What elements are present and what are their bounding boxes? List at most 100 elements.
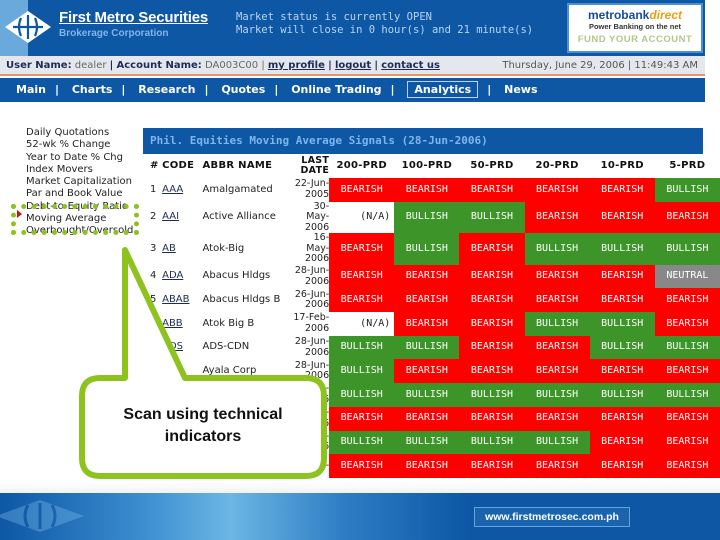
signal-20prd: BULLISH: [524, 312, 590, 336]
signal-200prd: BEARISH: [329, 454, 395, 478]
nav-quotes[interactable]: Quotes: [221, 83, 265, 96]
row-number: 3: [150, 242, 157, 254]
row-number: 1: [150, 183, 157, 195]
menu-index-movers[interactable]: Index Movers: [26, 164, 133, 176]
row-number: 5: [150, 293, 157, 305]
nav-news[interactable]: News: [504, 83, 537, 96]
logout-link[interactable]: logout: [335, 60, 371, 71]
table-row: 3 AB Atok-Big 16-May- 2006 BEARISH BULLISH BEAR…: [143, 232, 720, 265]
header-name[interactable]: ABBR NAME: [199, 154, 293, 178]
stock-code-link[interactable]: AC: [162, 365, 176, 376]
table-row: 4 ADA Abacus Hldgs 28-Jun- 2006 BEARISH BEARIS…: [143, 264, 720, 289]
signal-10prd: BEARISH: [589, 430, 655, 455]
fund-account-link[interactable]: FUND YOUR ACCOUNT: [569, 34, 701, 45]
signal-100prd: BULLISH: [394, 383, 460, 407]
nav-charts[interactable]: Charts: [72, 83, 113, 96]
date-year: 2005: [304, 188, 330, 200]
stock-code-link[interactable]: AAI: [162, 211, 179, 222]
callout-text: Scan using technical indicators: [88, 404, 318, 448]
stock-code-link[interactable]: AAA: [162, 184, 183, 195]
signal-50prd: BEARISH: [459, 178, 525, 202]
table-title: Phil. Equities Moving Average Signals (2…: [143, 128, 703, 154]
date-year: 2006: [304, 322, 330, 334]
header-50prd[interactable]: 50-PRD: [459, 154, 524, 178]
stock-code-link[interactable]: ABAB: [162, 294, 189, 305]
nav-main[interactable]: Main: [16, 83, 46, 96]
stock-code-cell: ADA: [162, 265, 198, 289]
footer-logo-icon: [0, 500, 84, 532]
header-10prd[interactable]: 10-PRD: [590, 154, 655, 178]
header-20prd[interactable]: 20-PRD: [525, 154, 590, 178]
signal-10prd: BEARISH: [589, 178, 655, 202]
stock-name: Atok Big B: [202, 317, 255, 329]
signal-20prd: BEARISH: [524, 288, 590, 313]
signal-10prd: BULLISH: [589, 312, 655, 336]
menu-ytd-change[interactable]: Year to Date % Chg: [26, 152, 133, 164]
signal-5prd: BEARISH: [654, 454, 720, 478]
menu-market-cap[interactable]: Market Capitalization: [26, 176, 133, 188]
header-last-date[interactable]: LAST DATE: [292, 154, 329, 178]
company-logo-icon[interactable]: [4, 10, 52, 44]
user-info-bar: User Name: dealer | Account Name: DA003C…: [0, 56, 705, 76]
stock-code-cell: AAI: [162, 202, 198, 234]
signal-10prd: BULLISH: [589, 233, 655, 265]
brand-name[interactable]: First Metro Securities: [59, 9, 208, 26]
nav-analytics[interactable]: Analytics: [407, 81, 479, 98]
signal-20prd: BEARISH: [524, 359, 590, 384]
signal-200prd: BEARISH: [329, 233, 395, 265]
ad-brand: metrobankdirect: [569, 8, 701, 22]
signal-200prd: BEARISH: [329, 178, 395, 202]
signal-50prd: BEARISH: [459, 454, 525, 478]
stock-code-cell: AAA: [162, 178, 198, 202]
nav-online-trading[interactable]: Online Trading: [291, 83, 381, 96]
stock-name: Abacus Hldgs B: [202, 293, 281, 305]
stock-code-link[interactable]: AB: [162, 243, 176, 254]
date-year: 2006: [304, 346, 330, 358]
header-200prd[interactable]: 200-PRD: [329, 154, 394, 178]
stock-code-link[interactable]: ADS: [162, 341, 183, 353]
stock-code-cell: ABB: [162, 312, 198, 336]
signal-100prd: BULLISH: [394, 233, 460, 265]
signal-100prd: BEARISH: [394, 359, 460, 384]
menu-52wk-change[interactable]: 52-wk % Change: [26, 139, 133, 151]
signal-5prd: BEARISH: [654, 406, 720, 431]
row-number: [143, 336, 162, 360]
signal-100prd: BEARISH: [394, 264, 460, 289]
signal-100prd: BEARISH: [394, 406, 460, 431]
divider: |: [374, 60, 379, 71]
signal-5prd: BULLISH: [654, 383, 720, 407]
signal-20prd: BEARISH: [524, 406, 590, 431]
stock-code-link[interactable]: ABB: [162, 318, 183, 329]
table-row: 1 AAA Amalgamated 22-Jun- 2005 BEARISH BEARISH…: [143, 178, 720, 202]
nav-research[interactable]: Research: [138, 83, 195, 96]
menu-par-book-value[interactable]: Par and Book Value: [26, 188, 133, 200]
header-100prd[interactable]: 100-PRD: [394, 154, 459, 178]
website-link[interactable]: www.firstmetrosec.com.ph: [474, 507, 630, 527]
signal-200prd: BEARISH: [329, 406, 395, 431]
market-close-countdown: Market will close in 0 hour(s) and 21 mi…: [236, 24, 534, 36]
signal-50prd: BEARISH: [459, 359, 525, 384]
stock-name: Active Alliance: [202, 211, 276, 223]
header-code[interactable]: CODE: [162, 154, 198, 178]
signal-200prd: BULLISH: [329, 335, 395, 360]
signal-50prd: BEARISH: [459, 406, 525, 431]
my-profile-link[interactable]: my profile: [268, 60, 325, 71]
date-year: 2006: [304, 299, 330, 311]
menu-daily-quotations[interactable]: Daily Quotations: [26, 127, 133, 139]
signal-10prd: BEARISH: [589, 406, 655, 431]
signal-10prd: BULLISH: [589, 335, 655, 360]
header-5prd[interactable]: 5-PRD: [655, 154, 720, 178]
metrobank-ad-banner[interactable]: metrobankdirect Power Banking on the net…: [567, 3, 703, 53]
table-row: 2 AAI Active Alliance 30-May- 2006 (N/A) BULLI…: [143, 201, 720, 234]
last-date: 26-Jun- 2006: [292, 288, 329, 312]
signal-10prd: BEARISH: [589, 288, 655, 313]
signal-100prd: BULLISH: [394, 335, 460, 360]
last-date: 22-Jun- 2005: [292, 178, 329, 202]
last-date: 28-Jun- 2006: [292, 359, 329, 383]
stock-code-link[interactable]: ADA: [162, 270, 183, 282]
signal-5prd: BEARISH: [654, 312, 720, 336]
table-row: 5 ABAB Abacus Hldgs B 26-Jun- 2006 BEARISH BEA…: [143, 288, 720, 313]
last-date: 30-May- 2006: [292, 201, 329, 234]
contact-us-link[interactable]: contact us: [381, 60, 440, 71]
date-year: 2006: [304, 253, 330, 265]
